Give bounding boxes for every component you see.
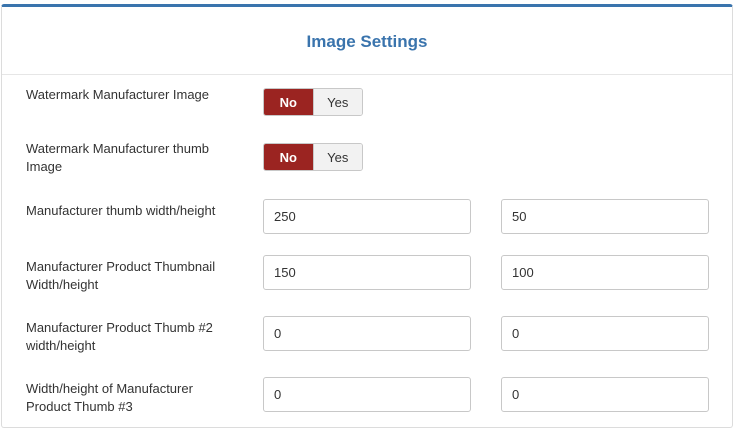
watermark-image-label: Watermark Manufacturer Image bbox=[26, 87, 210, 102]
product-thumb2-size-label: Manufacturer Product Thumb #2 width/heig… bbox=[26, 320, 213, 353]
product-thumbnail-height-input[interactable] bbox=[501, 255, 709, 290]
product-thumbnail-width-input[interactable] bbox=[263, 255, 471, 290]
product-thumb3-size-label: Width/height of Manufacturer Product Thu… bbox=[26, 381, 193, 414]
watermark-image-no-button[interactable]: No bbox=[264, 89, 313, 115]
watermark-thumb-toggle[interactable]: No Yes bbox=[263, 143, 363, 171]
watermark-thumb-yes-button[interactable]: Yes bbox=[312, 144, 362, 170]
watermark-image-yes-button[interactable]: Yes bbox=[312, 89, 362, 115]
product-thumb3-width-input[interactable] bbox=[263, 377, 471, 412]
image-settings-panel: Image Settings Watermark Manufacturer Im… bbox=[1, 4, 733, 428]
thumb-width-input[interactable] bbox=[263, 199, 471, 234]
thumb-size-label: Manufacturer thumb width/height bbox=[26, 203, 216, 218]
thumb-height-input[interactable] bbox=[501, 199, 709, 234]
product-thumb2-width-input[interactable] bbox=[263, 316, 471, 351]
product-thumb2-height-input[interactable] bbox=[501, 316, 709, 351]
watermark-thumb-label: Watermark Manufacturer thumb Image bbox=[26, 141, 210, 174]
page-title: Image Settings bbox=[306, 31, 428, 51]
product-thumb3-height-input[interactable] bbox=[501, 377, 709, 412]
watermark-image-toggle[interactable]: No Yes bbox=[263, 88, 363, 116]
watermark-thumb-no-button[interactable]: No bbox=[264, 144, 313, 170]
panel-header: Image Settings bbox=[2, 7, 732, 75]
product-thumbnail-size-label: Manufacturer Product Thumbnail Width/hei… bbox=[26, 259, 216, 292]
